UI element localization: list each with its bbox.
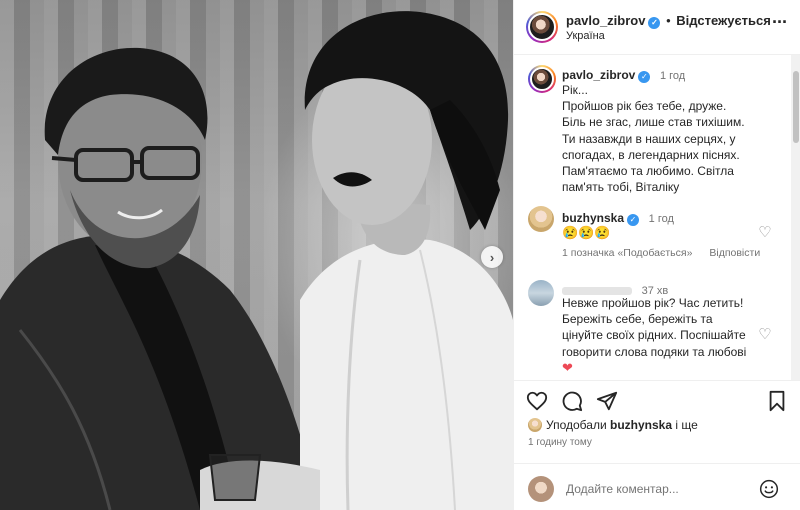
reply-button[interactable]: Відповісти: [709, 247, 760, 259]
more-dots-icon[interactable]: ···: [772, 12, 788, 33]
following-button[interactable]: Відстежується: [676, 13, 771, 28]
heart-outline-icon[interactable]: [526, 390, 548, 412]
verified-badge-icon: ✓: [648, 17, 661, 29]
comment-likes-count[interactable]: 1 позначка «Подобається»: [562, 247, 692, 259]
post-header: pavlo_zibrov ✓ • Відстежується Україна ··…: [514, 0, 800, 55]
caption-username[interactable]: pavlo_zibrov: [562, 68, 635, 82]
bookmark-icon[interactable]: [766, 390, 788, 412]
caption-author-avatar[interactable]: [528, 65, 556, 93]
scrollbar-thumb[interactable]: [793, 71, 799, 143]
comment-text: 😢😢😢: [562, 225, 611, 240]
comments-scrollbar[interactable]: [791, 55, 800, 380]
author-avatar[interactable]: [526, 11, 558, 43]
comment-line: Бережіть себе, бережіть та: [562, 312, 713, 327]
caption-line: Рік...: [562, 83, 588, 97]
post-side-panel: pavlo_zibrov ✓ • Відстежується Україна ··…: [513, 0, 800, 510]
comment-text: Невже пройшов рік? Час летить! Бережіть …: [562, 295, 762, 376]
comments-list[interactable]: pavlo_zibrov ✓ 1 год Рік... Пройшов рік б…: [514, 55, 800, 380]
current-user-avatar: [528, 476, 554, 502]
likes-summary[interactable]: Уподобали buzhynska і ще: [528, 418, 698, 432]
red-heart-emoji: ❤: [562, 359, 573, 375]
comment-input[interactable]: [566, 482, 756, 496]
comment-bubble-icon[interactable]: [561, 390, 583, 412]
post-timestamp[interactable]: 1 годину тому: [528, 437, 592, 448]
comment-like-heart-icon[interactable]: ♡: [757, 327, 773, 343]
comment-username[interactable]: buzhynska: [562, 211, 624, 225]
next-photo-button[interactable]: ›: [481, 246, 503, 268]
comment-like-heart-icon[interactable]: ♡: [757, 225, 773, 241]
author-username[interactable]: pavlo_zibrov: [566, 13, 645, 28]
caption-text: Рік... Пройшов рік без тебе, друже. Біль…: [562, 82, 790, 195]
separator-dot: •: [666, 13, 671, 28]
caption-line: Пройшов рік без тебе, друже.: [562, 99, 727, 114]
liker-avatar: [528, 418, 542, 432]
add-comment-bar: [514, 463, 800, 510]
chevron-right-icon: ›: [489, 249, 495, 265]
commenter-avatar[interactable]: [528, 280, 554, 306]
post-photo: ›: [0, 0, 513, 510]
paper-plane-icon[interactable]: [596, 390, 618, 412]
caption-line: Біль не згас, лише став тихішим.: [562, 115, 745, 130]
caption-time[interactable]: 1 год: [660, 70, 685, 82]
post-location[interactable]: Україна: [566, 30, 605, 42]
comment-meta: 1 позначка «Подобається» Відповісти: [562, 247, 774, 259]
comment-time[interactable]: 1 год: [649, 213, 674, 225]
caption-line: спогадах, в легендарних піснях.: [562, 147, 740, 162]
commenter-avatar[interactable]: [528, 206, 554, 232]
liker-username[interactable]: buzhynska: [610, 418, 672, 432]
comment-line: говорити слова подяки та любові: [562, 344, 747, 359]
likes-suffix[interactable]: і ще: [675, 418, 697, 432]
comment-line: Невже пройшов рік? Час летить!: [562, 296, 744, 310]
caption-line: пам'ять тобі, Віталіку: [562, 180, 680, 195]
caption-line: Ти назавжди в наших серцях, у: [562, 131, 736, 146]
caption-line: Пам'ятаємо та любимо. Світла: [562, 164, 734, 179]
smiley-icon[interactable]: [759, 479, 779, 499]
hidden-username: [562, 286, 632, 295]
photo-people-illustration: [0, 11, 513, 510]
likes-prefix: Уподобали: [546, 418, 607, 432]
comment-line: цінуйте своїх рідних. Поспішайте: [562, 328, 746, 343]
verified-badge-icon: ✓: [627, 214, 640, 226]
